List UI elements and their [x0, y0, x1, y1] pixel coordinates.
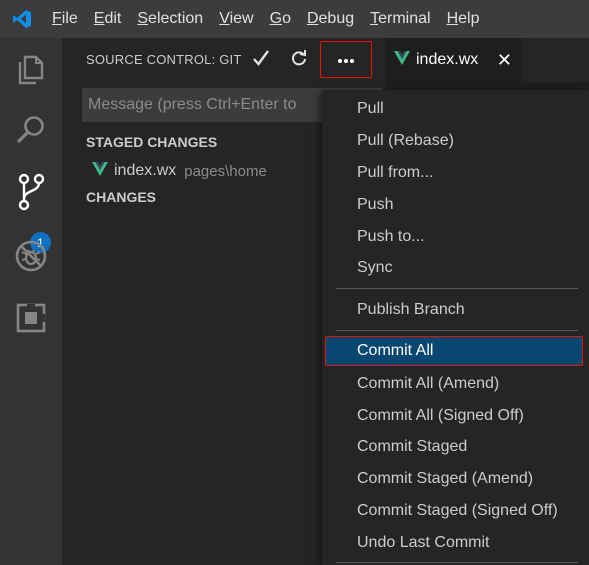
more-actions-menu: Pull Pull (Rebase) Pull from... Push Pus… [322, 90, 589, 565]
menu-item-commit-all[interactable]: Commit All [325, 336, 583, 366]
staged-file-row[interactable]: index.wx pages\home [92, 160, 267, 182]
menu-selection[interactable]: Selection [129, 0, 211, 38]
menu-item-sync[interactable]: Sync [322, 253, 589, 283]
files-icon[interactable] [0, 40, 62, 100]
tab-index-wx[interactable]: index.wx ✕ [386, 38, 522, 82]
menu-help[interactable]: Help [439, 0, 488, 38]
menu-file[interactable]: File [44, 0, 86, 38]
menu-item-push-to[interactable]: Push to... [322, 222, 589, 252]
staged-file-path: pages\home [184, 162, 267, 180]
menu-item-pull[interactable]: Pull [322, 94, 589, 124]
vscode-logo-icon [0, 0, 44, 38]
tab-label: index.wx [416, 51, 479, 68]
vue-file-icon [394, 50, 410, 70]
menu-item-commit-all-amend[interactable]: Commit All (Amend) [322, 369, 589, 399]
menu-bar: File Edit Selection View Go Debug Termin… [0, 0, 589, 38]
tab-strip: index.wx ✕ [386, 38, 589, 82]
menu-item-pull-rebase[interactable]: Pull (Rebase) [322, 126, 589, 156]
menu-item-undo-last-commit[interactable]: Undo Last Commit [322, 528, 589, 558]
ellipsis-icon [337, 51, 355, 69]
menu-edit[interactable]: Edit [86, 0, 130, 38]
changes-header[interactable]: CHANGES [86, 189, 156, 205]
menu-item-commit-staged-signed-off[interactable]: Commit Staged (Signed Off) [322, 496, 589, 526]
search-icon[interactable] [0, 100, 62, 160]
more-actions-button[interactable] [320, 41, 372, 78]
panel-header: SOURCE CONTROL: GIT [62, 38, 386, 82]
menu-debug[interactable]: Debug [299, 0, 362, 38]
activity-bar: 1 [0, 38, 62, 565]
commit-button[interactable] [246, 44, 276, 76]
panel-title: SOURCE CONTROL: GIT [86, 52, 242, 67]
menu-terminal[interactable]: Terminal [362, 0, 438, 38]
extensions-icon[interactable] [0, 288, 62, 348]
close-icon[interactable]: ✕ [497, 50, 512, 71]
menu-separator [336, 562, 578, 563]
source-control-icon[interactable] [0, 162, 62, 222]
menu-separator [336, 288, 578, 289]
menu-item-commit-all-signed-off[interactable]: Commit All (Signed Off) [322, 401, 589, 431]
menu-item-commit-staged-amend[interactable]: Commit Staged (Amend) [322, 464, 589, 494]
refresh-icon [290, 49, 308, 72]
menu-view[interactable]: View [211, 0, 261, 38]
vue-file-icon [92, 161, 108, 181]
refresh-button[interactable] [284, 44, 314, 76]
menu-item-pull-from[interactable]: Pull from... [322, 158, 589, 188]
menu-item-publish-branch[interactable]: Publish Branch [322, 295, 589, 325]
menu-go[interactable]: Go [262, 0, 299, 38]
debug-icon[interactable] [0, 226, 62, 286]
menu-item-commit-staged[interactable]: Commit Staged [322, 432, 589, 462]
staged-changes-header[interactable]: STAGED CHANGES [86, 134, 217, 150]
menu-item-push[interactable]: Push [322, 190, 589, 220]
staged-file-name: index.wx [114, 162, 177, 179]
menu-separator [336, 330, 578, 331]
checkmark-icon [252, 49, 270, 72]
